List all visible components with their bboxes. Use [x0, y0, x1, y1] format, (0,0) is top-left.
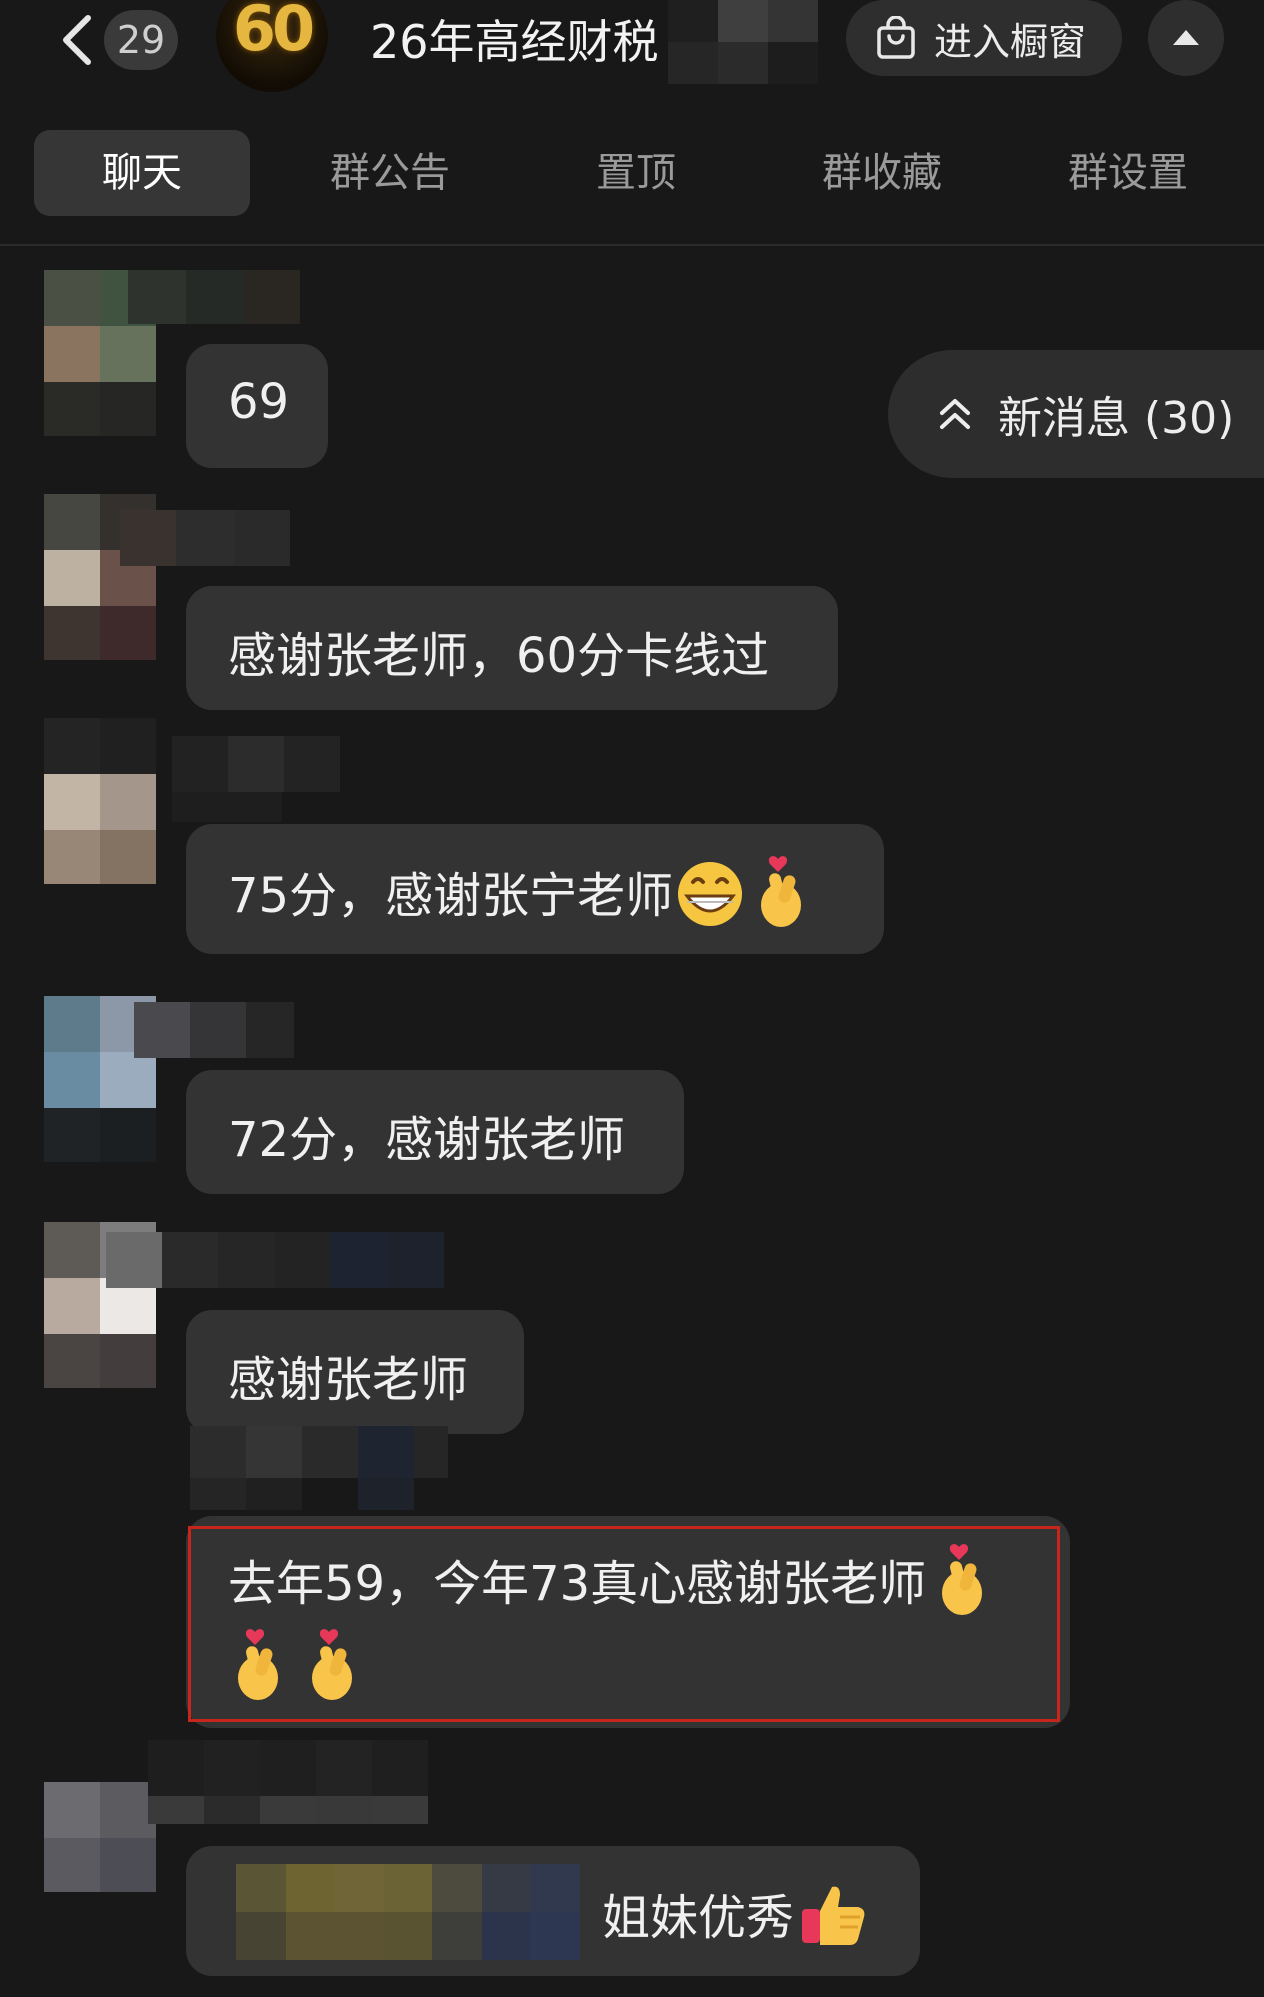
message-content: 去年59，今年73真心感谢张老师	[228, 1544, 994, 1619]
message-text: 感谢张老师，60分卡线过	[228, 628, 770, 684]
new-messages-button[interactable]: 新消息 (30)	[888, 350, 1264, 478]
tab-chat[interactable]: 聊天	[34, 130, 250, 216]
tab-settings[interactable]: 群设置	[1020, 130, 1236, 216]
group-avatar-text: 60	[232, 0, 315, 65]
sender-name-blur	[120, 510, 290, 566]
message-text: 72分，感谢张老师	[228, 1112, 626, 1168]
message-text: 69	[228, 374, 290, 430]
title-mosaic-blur	[668, 0, 818, 84]
caret-up-icon	[1173, 30, 1199, 45]
sender-name-blur	[172, 736, 340, 822]
quoted-content-blur	[236, 1864, 580, 1960]
sender-avatar[interactable]	[44, 718, 156, 884]
thumbs-up-icon	[802, 1886, 865, 1945]
shopping-bag-icon	[877, 16, 915, 59]
finger-heart-icon	[942, 1544, 983, 1615]
message-bubble[interactable]: 感谢张老师	[186, 1310, 524, 1434]
finger-heart-icon	[238, 1629, 278, 1700]
double-chevron-up-icon	[940, 399, 970, 429]
chat-header: 29 60 26年高经财税 进入橱窗	[0, 0, 1264, 100]
message-bubble[interactable]: 69	[186, 344, 328, 468]
message-bubble[interactable]: 75分，感谢张宁老师	[186, 824, 884, 954]
sender-name-blur	[128, 270, 300, 324]
sender-name-blur	[148, 1740, 428, 1824]
tab-divider	[0, 244, 1264, 246]
message-bubble[interactable]: 姐妹优秀	[186, 1846, 920, 1976]
message-text: 75分，感谢张宁老师	[228, 868, 674, 924]
group-avatar[interactable]: 60	[216, 0, 328, 92]
enter-showcase-button[interactable]: 进入橱窗	[846, 0, 1122, 76]
message-content: 姐妹优秀	[602, 1878, 868, 1949]
message-bubble[interactable]: 去年59，今年73真心感谢张老师	[186, 1516, 1070, 1728]
new-messages-label: 新消息 (30)	[998, 393, 1235, 444]
message-text: 去年59，今年73真心感谢张老师	[228, 1556, 927, 1612]
tab-favorites[interactable]: 群收藏	[774, 130, 990, 216]
tab-pinned[interactable]: 置顶	[528, 130, 744, 216]
message-content: 75分，感谢张宁老师	[228, 856, 813, 931]
message-bubble[interactable]: 72分，感谢张老师	[186, 1070, 684, 1194]
finger-heart-icon	[312, 1629, 352, 1700]
collapse-button[interactable]	[1148, 0, 1224, 76]
message-bubble[interactable]: 感谢张老师，60分卡线过	[186, 586, 838, 710]
tab-bar: 聊天 群公告 置顶 群收藏 群设置	[0, 130, 1264, 216]
enter-showcase-label: 进入橱窗	[934, 19, 1087, 64]
message-text: 感谢张老师	[228, 1352, 469, 1408]
unread-count-badge[interactable]: 29	[104, 10, 178, 70]
tab-announcement[interactable]: 群公告	[282, 130, 498, 216]
sender-avatar[interactable]	[44, 1782, 156, 1892]
sender-name-blur	[134, 1002, 294, 1058]
finger-heart-icon	[761, 856, 802, 927]
chevron-left-icon[interactable]	[52, 12, 102, 68]
group-title[interactable]: 26年高经财税	[370, 12, 659, 72]
grinning-face-icon	[678, 862, 743, 926]
sender-name-blur	[106, 1232, 444, 1288]
message-text: 姐妹优秀	[602, 1890, 795, 1946]
message-emoji-line	[228, 1624, 364, 1704]
sender-name-blur	[190, 1426, 448, 1510]
